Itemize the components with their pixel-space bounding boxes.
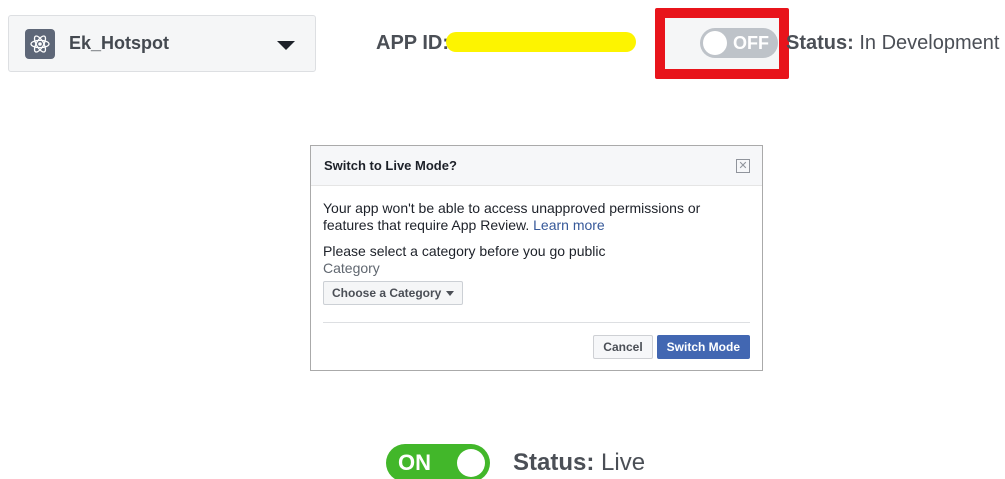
dialog-divider	[323, 322, 750, 323]
cancel-button[interactable]: Cancel	[593, 335, 653, 359]
status-indicator: Status: In Development	[786, 32, 999, 55]
category-prompt: Please select a category before you go p…	[323, 243, 606, 259]
close-icon[interactable]: ✕	[736, 159, 750, 173]
status-value: Live	[601, 449, 646, 476]
category-select-text: Choose a Category	[332, 285, 442, 300]
status-indicator-live: Status: Live	[513, 449, 645, 477]
status-value: In Development	[859, 32, 1000, 54]
toggle-knob	[457, 449, 485, 477]
live-mode-toggle-on[interactable]: ON	[386, 444, 490, 479]
dialog-footer: Cancel Switch Mode	[593, 335, 750, 359]
category-select[interactable]: Choose a Category	[323, 281, 464, 305]
dialog-message: Your app won't be able to access unappro…	[323, 200, 750, 234]
dialog-body: Your app won't be able to access unappro…	[311, 186, 762, 305]
dialog-message-text: Your app won't be able to access unappro…	[323, 200, 701, 233]
switch-live-mode-dialog: Switch to Live Mode? ✕ Your app won't be…	[310, 145, 763, 371]
live-mode-toggle-off[interactable]: OFF	[700, 28, 778, 58]
highlight-box: OFF	[655, 8, 789, 79]
app-id-redacted	[446, 32, 636, 52]
toggle-knob	[703, 31, 727, 55]
toggle-label: ON	[398, 450, 431, 475]
learn-more-link[interactable]: Learn more	[533, 217, 605, 233]
status-label: Status:	[786, 32, 854, 54]
switch-mode-button[interactable]: Switch Mode	[656, 335, 750, 359]
toggle-container: OFF	[665, 18, 779, 69]
caret-down-icon	[446, 290, 455, 296]
status-label: Status:	[513, 449, 595, 476]
caret-down-icon[interactable]	[277, 41, 295, 50]
dialog-header: Switch to Live Mode? ✕	[311, 146, 762, 186]
app-id-label: APP ID:	[376, 32, 449, 54]
category-label: Category	[323, 260, 380, 276]
atom-icon	[25, 28, 55, 59]
dialog-title: Switch to Live Mode?	[324, 158, 457, 173]
app-selector[interactable]: Ek_Hotspot	[8, 15, 316, 72]
app-name: Ek_Hotspot	[69, 33, 170, 53]
toggle-label: OFF	[733, 32, 769, 53]
